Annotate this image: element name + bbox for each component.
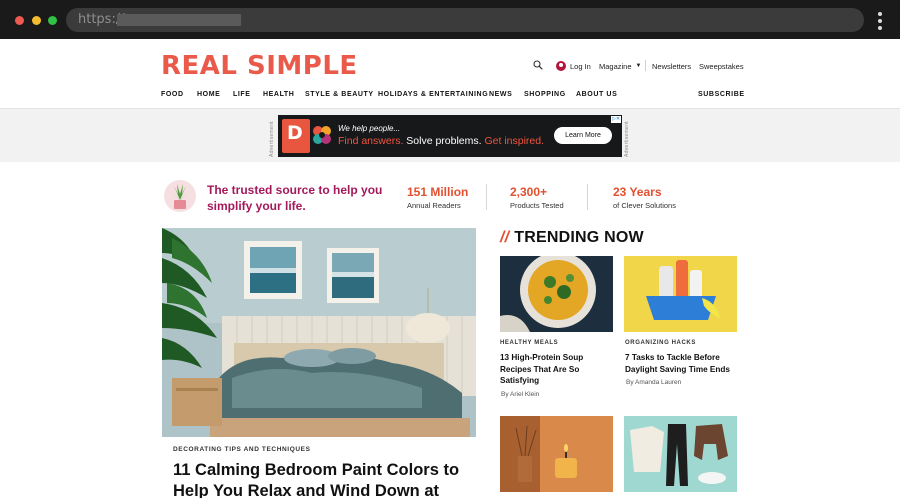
wardrobe-image[interactable] — [624, 416, 737, 492]
close-window-dot[interactable] — [15, 16, 24, 25]
minimize-window-dot[interactable] — [32, 16, 41, 25]
ad-segment-3: Get inspired. — [484, 135, 545, 147]
stat-years: 23 Years of Clever Solutions — [613, 185, 676, 212]
ad-tagline: We help people... — [338, 124, 401, 133]
magazine-dropdown[interactable]: Magazine ▼ — [599, 60, 641, 72]
adchoices-icon[interactable]: ▷✕ — [611, 116, 621, 123]
banner-ad[interactable]: D We help people... Find answers. Solve … — [278, 115, 622, 157]
plant-icon — [171, 184, 189, 209]
ad-flower-icon — [313, 126, 331, 144]
nav-health[interactable]: HEALTH — [263, 91, 294, 101]
card-kicker[interactable]: ORGANIZING HACKS — [625, 340, 696, 346]
card-kicker[interactable]: HEALTHY MEALS — [500, 340, 558, 346]
browser-menu-icon[interactable] — [878, 12, 882, 30]
bedroom-photo — [162, 228, 476, 437]
stat-label: Products Tested — [510, 201, 564, 210]
card-title[interactable]: 13 High-Protein Soup Recipes That Are So… — [500, 352, 612, 387]
cleaning-image[interactable] — [624, 256, 737, 332]
nav-style-beauty[interactable]: STYLE & BEAUTY — [305, 91, 374, 101]
newsletters-link[interactable]: Newsletters — [652, 60, 691, 72]
search-icon[interactable] — [533, 60, 543, 70]
hero-image[interactable] — [162, 228, 476, 437]
candle-photo — [500, 416, 613, 492]
stat-divider — [486, 184, 487, 210]
utility-divider — [645, 60, 646, 71]
plant-avatar — [164, 180, 196, 212]
nav-life[interactable]: LIFE — [233, 91, 251, 101]
hero-title[interactable]: 11 Calming Bedroom Paint Colors to Help … — [173, 460, 473, 498]
soup-photo — [500, 256, 613, 332]
card-byline: By Ariel Klein — [501, 391, 540, 398]
ad-label-right: Advertisement — [624, 121, 630, 157]
card-byline: By Amanda Lauren — [626, 379, 682, 386]
login-label: Log In — [570, 61, 591, 71]
stat-products: 2,300+ Products Tested — [510, 185, 564, 212]
stat-label: Annual Readers — [407, 201, 461, 210]
ad-label-left: Advertisement — [269, 121, 275, 157]
cleaning-photo — [624, 256, 737, 332]
stat-value: 151 Million — [407, 185, 469, 199]
candle-image[interactable] — [500, 416, 613, 492]
url-redacted — [117, 14, 241, 26]
trending-heading: // TRENDING NOW — [500, 229, 644, 247]
user-icon — [556, 61, 566, 71]
stat-label: of Clever Solutions — [613, 201, 676, 210]
soup-image[interactable] — [500, 256, 613, 332]
nav-holidays-entertaining[interactable]: HOLIDAYS & ENTERTAINING — [378, 91, 488, 101]
browser-chrome: https:// — [0, 0, 900, 39]
login-link[interactable]: Log In — [556, 60, 591, 72]
magazine-label: Magazine — [599, 61, 632, 71]
ad-segment-1: Find answers. — [338, 135, 404, 147]
slashes-icon: // — [500, 229, 510, 246]
ad-headline: Find answers. Solve problems. Get inspir… — [338, 135, 544, 147]
ad-segment-2: Solve problems. — [406, 135, 482, 147]
subscribe-link[interactable]: SUBSCRIBE — [698, 91, 745, 101]
card-title[interactable]: 7 Tasks to Tackle Before Daylight Saving… — [625, 352, 737, 375]
nav-news[interactable]: NEWS — [489, 91, 512, 101]
nav-food[interactable]: FOOD — [161, 91, 184, 101]
ad-learn-more-button[interactable]: Learn More — [554, 127, 612, 144]
nav-about-us[interactable]: ABOUT US — [576, 91, 617, 101]
nav-shopping[interactable]: SHOPPING — [524, 91, 566, 101]
hero-kicker[interactable]: DECORATING TIPS AND TECHNIQUES — [173, 446, 311, 453]
ad-badge-letter: D — [287, 122, 303, 144]
sweepstakes-link[interactable]: Sweepstakes — [699, 60, 744, 72]
nav-home[interactable]: HOME — [197, 91, 220, 101]
site-logo[interactable]: REAL SIMPLE — [161, 52, 358, 80]
trust-statement: The trusted source to help you simplify … — [207, 183, 383, 213]
maximize-window-dot[interactable] — [48, 16, 57, 25]
stat-value: 23 Years — [613, 185, 662, 199]
stat-readers: 151 Million Annual Readers — [407, 185, 468, 212]
stat-value: 2,300+ — [510, 185, 548, 199]
wardrobe-photo — [624, 416, 737, 492]
ad-brand-badge: D — [282, 119, 310, 153]
trending-heading-label: TRENDING NOW — [514, 229, 644, 246]
address-bar[interactable]: https:// — [66, 8, 864, 32]
caret-down-icon: ▼ — [635, 63, 642, 69]
stat-divider — [587, 184, 588, 210]
